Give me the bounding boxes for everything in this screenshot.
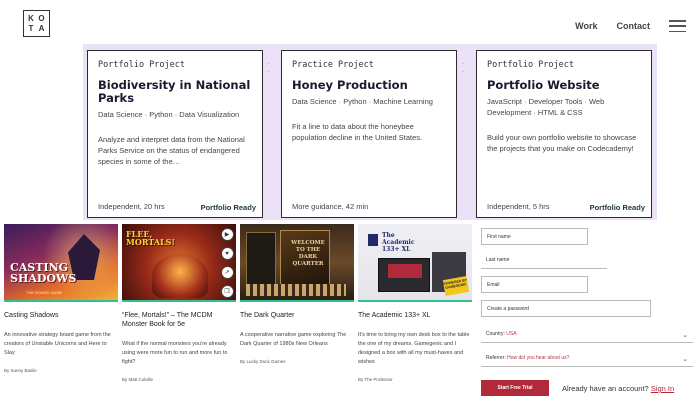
referrer-label: Referrer: [486,355,506,361]
project-card[interactable]: Portfolio Project Portfolio Website Java… [476,50,652,218]
referrer-value: How did you hear about us? [507,355,570,361]
signin-prompt-text: Already have an account? [562,384,649,393]
article-title[interactable]: Casting Shadows [4,311,118,320]
card-footer: Independent, 20 hrs Portfolio Ready [98,201,256,212]
article-card[interactable]: The Academic 133+ XL POWERED BY GAMEGENI… [358,224,472,382]
card-meta: Independent, 20 hrs [98,202,165,211]
password-field[interactable]: Create a password [481,300,651,317]
card-kicker: Portfolio Project [487,60,574,70]
bookmark-icon[interactable]: ❒ [220,285,234,298]
article-thumbnail[interactable]: The Academic 133+ XL POWERED BY GAMEGENI… [358,224,472,302]
hamburger-icon[interactable] [669,20,686,32]
start-free-trial-button[interactable]: Start Free Trial [481,380,549,396]
carousel-dots: · · [462,61,464,75]
article-title[interactable]: The Dark Quarter [240,311,354,320]
article-thumbnail[interactable]: CASTING SHADOWS THE BOARD GAME [4,224,118,302]
article-description: A cooperative narrative game exploring T… [240,332,347,347]
logo-letter: K [28,13,35,23]
carousel-dots: · · [268,61,270,75]
article-description: It's time to bring my own desk box to th… [358,332,470,365]
kota-logo[interactable]: K O T A [23,10,50,37]
card-description: Build your own portfolio website to show… [487,133,637,153]
first-name-field[interactable]: First name [481,228,588,245]
card-kicker: Portfolio Project [98,60,185,70]
country-select[interactable]: Country: USA ⌄ [481,326,693,343]
thumb-title: The Academic 133+ XL [382,232,415,253]
card-footer: More guidance, 42 min [292,201,450,212]
article-description: What if the normal monsters you're alrea… [122,341,228,365]
article-card[interactable]: WELCOME TO THE DARK QUARTER The Dark Qua… [240,224,354,364]
project-card[interactable]: Practice Project Honey Production Data S… [281,50,457,218]
logo-letter: A [38,24,45,34]
thumb-title: CASTING SHADOWS [10,261,77,285]
play-icon[interactable]: ▶ [220,228,234,241]
article-byline: By Matt Colville [122,377,154,382]
portfolio-ready-badge: Portfolio Ready [200,203,256,212]
card-tags: JavaScript · Developer Tools · Web Devel… [487,97,605,117]
share-icon[interactable]: ↗ [220,266,234,279]
top-nav: Work Contact [575,20,686,32]
card-tags: Data Science · Python · Machine Learning [292,97,433,106]
article-title[interactable]: The Academic 133+ XL [358,311,472,320]
thumb-title: WELCOME TO THE DARK QUARTER [291,240,325,267]
thumb-badge: POWERED BY GAMEGENIC [442,276,470,296]
signin-prompt: Already have an account? Sign In [562,384,674,393]
card-title: Honey Production [292,78,408,92]
card-footer: Independent, 5 hrs Portfolio Ready [487,201,645,212]
card-meta: Independent, 5 hrs [487,202,550,211]
logo-letter: T [28,24,34,34]
article-byline: By Sunny Basile [4,368,37,373]
referrer-select[interactable]: Referrer: How did you hear about us? ⌄ [481,350,693,367]
nav-work-link[interactable]: Work [575,21,597,31]
country-value: USA [506,331,517,337]
country-label: Country: [486,331,505,337]
card-title: Biodiversity in National Parks [98,78,251,105]
article-byline: By The Professor [358,377,393,382]
last-name-field[interactable]: Last name [481,252,607,269]
portfolio-ready-badge: Portfolio Ready [589,203,645,212]
card-title: Portfolio Website [487,78,600,92]
article-title[interactable]: “Flee, Mortals!” – The MCDM Monster Book… [122,311,236,329]
card-description: Fit a line to data about the honeybee po… [292,122,423,142]
nav-contact-link[interactable]: Contact [617,21,651,31]
card-description: Analyze and interpret data from the Nati… [98,135,245,166]
email-field[interactable]: Email [481,276,588,293]
heart-icon[interactable]: ♥ [220,247,234,260]
card-kicker: Practice Project [292,60,374,70]
card-tags: Data Science · Python · Data Visualizati… [98,110,240,119]
chevron-down-icon: ⌄ [682,332,688,339]
article-thumbnail[interactable]: WELCOME TO THE DARK QUARTER [240,224,354,302]
chevron-down-icon: ⌄ [682,356,688,363]
page: K O T A Work Contact Portfolio Project B… [0,0,700,400]
card-meta: More guidance, 42 min [292,202,369,211]
project-card[interactable]: Portfolio Project Biodiversity in Nation… [87,50,263,218]
thumb-title: FLEE, MORTALS! [126,229,175,247]
article-description: An innovative strategy board game from t… [4,332,111,356]
logo-letter: O [38,13,46,23]
article-card[interactable]: CASTING SHADOWS THE BOARD GAME Casting S… [4,224,118,373]
signin-link[interactable]: Sign In [651,384,674,393]
thumb-subtitle: THE BOARD GAME [26,290,63,295]
share-toolbar: ▶ ♥ ↗ ❒ [219,228,235,298]
article-byline: By Lucky Duck Games [240,359,286,364]
